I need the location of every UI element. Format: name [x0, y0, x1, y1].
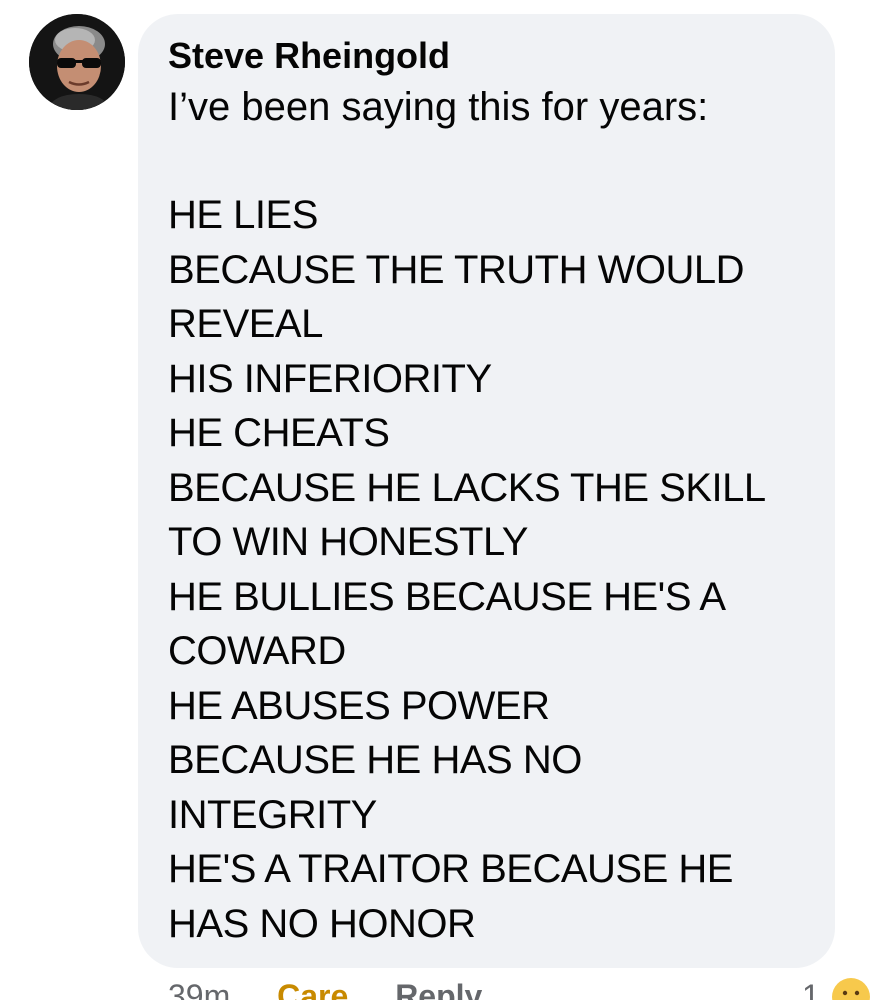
- author-name[interactable]: Steve Rheingold: [168, 34, 805, 78]
- comment-bubble: Steve Rheingold I’ve been saying this fo…: [138, 14, 835, 968]
- comment-body: HE LIES BECAUSE THE TRUTH WOULD REVEAL H…: [168, 188, 805, 951]
- comment-row: Steve Rheingold I’ve been saying this fo…: [0, 0, 889, 1000]
- comment-line: REVEAL: [168, 302, 323, 346]
- comment-line: HE LIES: [168, 193, 318, 237]
- comment-line: BECAUSE THE TRUTH WOULD: [168, 247, 744, 292]
- comment-line: INTEGRITY: [168, 792, 377, 837]
- comment-line: HE BULLIES BECAUSE HE'S A: [168, 574, 726, 619]
- profile-photo: [29, 14, 125, 110]
- comment-line: HE'S A TRAITOR BECAUSE HE: [168, 847, 733, 891]
- care-reaction-button[interactable]: Care: [277, 978, 348, 1000]
- avatar[interactable]: [29, 14, 125, 110]
- reply-button[interactable]: Reply: [395, 978, 482, 1000]
- comment-line: HE CHEATS: [168, 411, 390, 455]
- comment-line: HAS NO HONOR: [168, 901, 476, 946]
- comment-timestamp: 39m: [168, 978, 231, 1000]
- comment-line: HIS INFERIORITY: [168, 356, 492, 401]
- comment-line: COWARD: [168, 629, 346, 673]
- comment-actions: 39m Care Reply: [168, 976, 520, 1000]
- care-emoji-icon[interactable]: [830, 976, 872, 1000]
- comment-line: BECAUSE HE HAS NO: [168, 738, 582, 782]
- comment-line: TO WIN HONESTLY: [168, 520, 528, 564]
- comment-intro: I’ve been saying this for years:: [168, 85, 709, 129]
- comment-line: BECAUSE HE LACKS THE SKILL: [168, 465, 766, 510]
- comment-line: HE ABUSES POWER: [168, 683, 550, 728]
- reaction-count[interactable]: 1: [802, 976, 820, 1000]
